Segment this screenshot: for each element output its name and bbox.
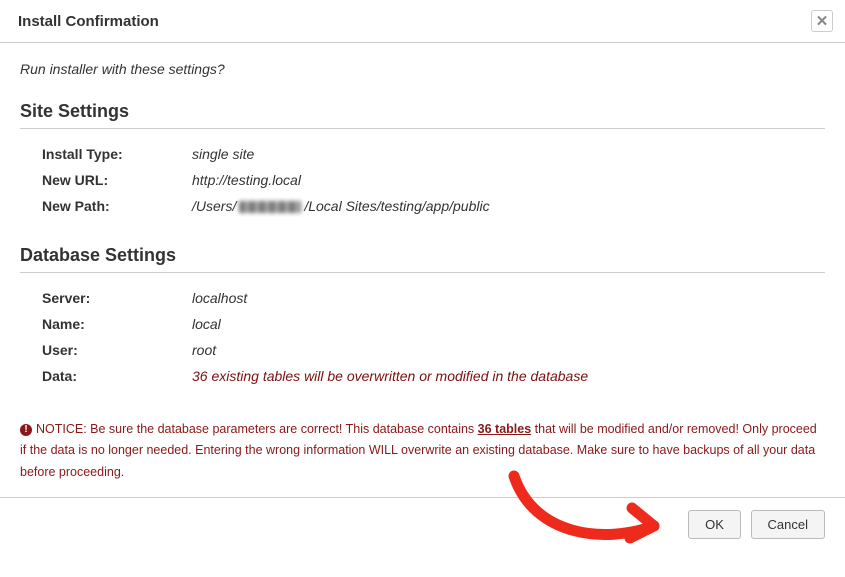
dialog-header: Install Confirmation ✕ [0, 0, 845, 43]
install-type-value: single site [192, 146, 254, 162]
ok-button[interactable]: OK [688, 510, 741, 539]
row-install-type: Install Type: single site [42, 141, 825, 167]
notice-text: ! NOTICE: Be sure the database parameters… [20, 415, 825, 483]
data-label: Data: [42, 368, 192, 384]
exclamation-icon: ! [20, 424, 32, 436]
dialog-title: Install Confirmation [18, 13, 159, 30]
tables-link[interactable]: 36 tables [478, 422, 532, 436]
new-url-value: http://testing.local [192, 172, 301, 188]
user-value: root [192, 342, 216, 358]
new-url-label: New URL: [42, 172, 192, 188]
row-new-url: New URL: http://testing.local [42, 167, 825, 193]
user-label: User: [42, 342, 192, 358]
close-button[interactable]: ✕ [811, 10, 833, 32]
site-settings-table: Install Type: single site New URL: http:… [42, 141, 825, 219]
dialog-footer: OK Cancel [0, 497, 845, 551]
row-new-path: New Path: /Users/ /Local Sites/testing/ap… [42, 193, 825, 219]
row-user: User: root [42, 337, 825, 363]
server-value: localhost [192, 290, 247, 306]
new-path-label: New Path: [42, 198, 192, 214]
path-suffix: /Local Sites/testing/app/public [304, 198, 489, 214]
site-settings-heading: Site Settings [20, 101, 825, 129]
db-settings-table: Server: localhost Name: local User: root… [42, 285, 825, 389]
row-server: Server: localhost [42, 285, 825, 311]
notice-prefix: NOTICE: Be sure the database parameters … [36, 422, 478, 436]
redacted-username [239, 201, 301, 213]
db-name-value: local [192, 316, 221, 332]
db-settings-heading: Database Settings [20, 245, 825, 273]
new-path-value: /Users/ /Local Sites/testing/app/public [192, 198, 490, 214]
row-db-name: Name: local [42, 311, 825, 337]
row-data: Data: 36 existing tables will be overwri… [42, 363, 825, 389]
intro-text: Run installer with these settings? [20, 61, 825, 77]
dialog-body: Run installer with these settings? Site … [0, 43, 845, 497]
server-label: Server: [42, 290, 192, 306]
install-type-label: Install Type: [42, 146, 192, 162]
path-prefix: /Users/ [192, 198, 236, 214]
cancel-button[interactable]: Cancel [751, 510, 825, 539]
db-name-label: Name: [42, 316, 192, 332]
close-icon: ✕ [816, 14, 829, 29]
data-warning-value: 36 existing tables will be overwritten o… [192, 368, 588, 384]
